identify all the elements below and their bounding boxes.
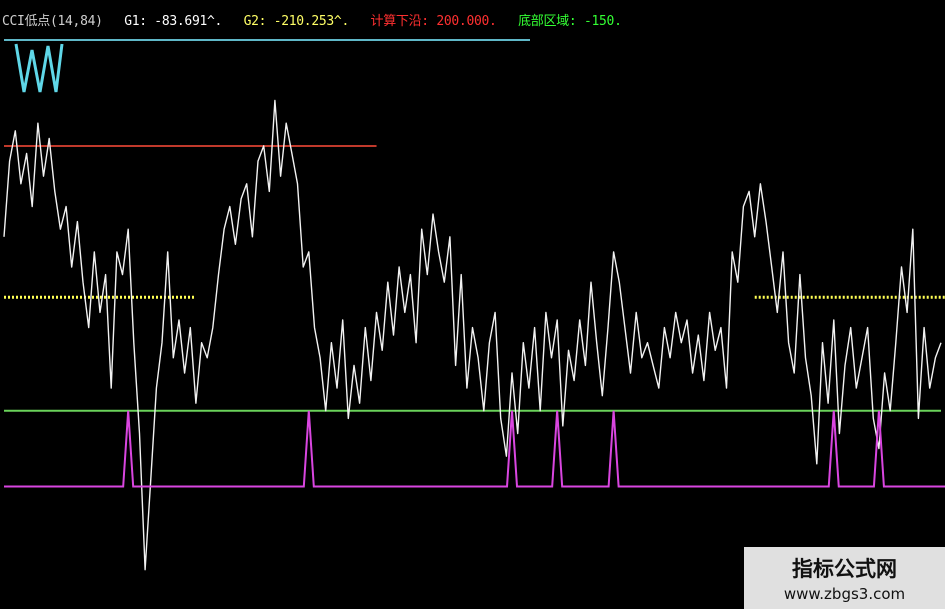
watermark-site-name: 指标公式网 (792, 557, 897, 581)
cci-series (3, 99, 945, 571)
reference-lines (4, 144, 945, 412)
magenta-signal-line (4, 410, 945, 488)
g2-value: G2: -210.253^. (243, 14, 350, 29)
indicator-header: CCI低点(14,84) G1: -83.691^. G2: -210.253^… (2, 10, 636, 29)
red-level-label: 计算下沿: 200.000. (370, 14, 497, 29)
cyan-signal-marks (14, 43, 64, 93)
g1-value: G1: -83.691^. (124, 14, 223, 29)
site-watermark: 指标公式网 www.zbgs3.com (744, 547, 945, 609)
indicator-title: CCI低点(14,84) (2, 14, 103, 29)
decorations (4, 39, 530, 93)
cci-chart (3, 39, 945, 571)
cci-line (3, 99, 942, 571)
watermark-url: www.zbgs3.com (783, 585, 906, 603)
green-zone-label: 底部区域: -150. (518, 14, 622, 29)
